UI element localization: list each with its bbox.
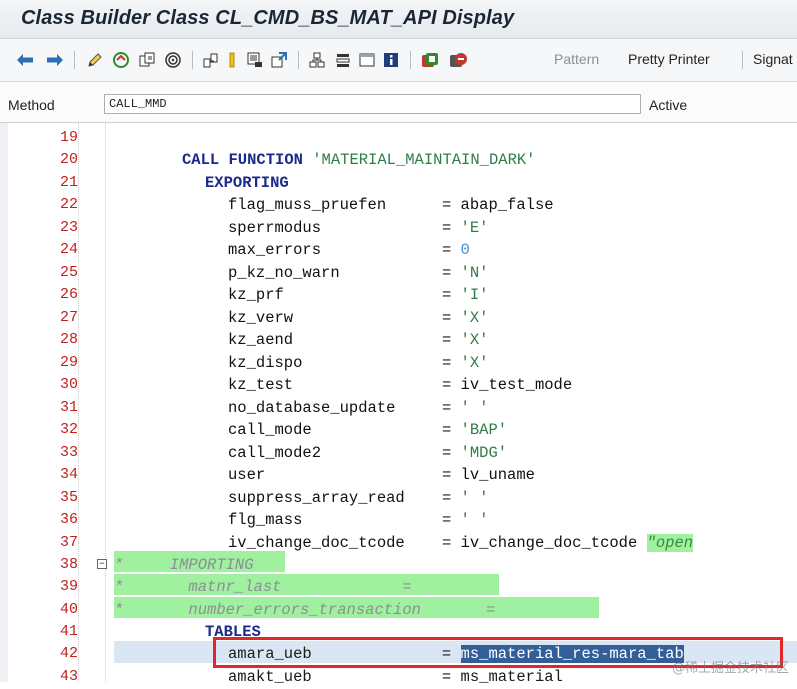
line-number: 30 bbox=[59, 376, 78, 393]
window-stack-icon[interactable] bbox=[332, 49, 354, 71]
code-text: no_database_update = ' ' bbox=[228, 398, 489, 417]
code-line[interactable]: 23 sperrmodus = 'E' bbox=[0, 217, 797, 240]
code-text: sperrmodus = 'E' bbox=[228, 218, 489, 237]
method-label: Method bbox=[8, 97, 55, 113]
activate-icon[interactable] bbox=[162, 49, 184, 71]
line-number: 19 bbox=[59, 129, 78, 146]
line-number: 36 bbox=[59, 511, 78, 528]
code-line[interactable]: 34 user = lv_uname bbox=[0, 464, 797, 487]
line-number: 33 bbox=[59, 443, 78, 461]
window-icon[interactable] bbox=[356, 49, 378, 71]
code-line[interactable]: 40 * number_errors_transaction = bbox=[0, 599, 797, 622]
code-line[interactable]: 25 p_kz_no_warn = 'N' bbox=[0, 262, 797, 285]
code-line[interactable]: 39 * matnr_last = bbox=[0, 576, 797, 599]
code-line[interactable]: 35 suppress_array_read = ' ' bbox=[0, 487, 797, 510]
code-text: kz_aend = 'X' bbox=[228, 331, 489, 349]
code-line[interactable]: 37 iv_change_doc_tcode = iv_change_doc_tc… bbox=[0, 532, 797, 555]
pattern-button[interactable]: Pattern bbox=[554, 51, 599, 67]
line-number: 34 bbox=[59, 466, 78, 483]
toggle-display-change-icon[interactable] bbox=[110, 49, 132, 71]
where-used-icon[interactable] bbox=[200, 49, 222, 71]
code-line[interactable]: 28 kz_aend = 'X' bbox=[0, 329, 797, 352]
line-number: 41 bbox=[59, 623, 78, 640]
code-line[interactable]: 20 CALL FUNCTION 'MATERIAL_MAINTAIN_DARK… bbox=[0, 149, 797, 172]
code-line[interactable]: 29 kz_dispo = 'X' bbox=[0, 352, 797, 375]
line-number: 24 bbox=[59, 241, 78, 258]
line-number: 31 bbox=[59, 398, 78, 416]
line-number: 27 bbox=[59, 308, 78, 326]
code-text: suppress_array_read = ' ' bbox=[228, 488, 489, 507]
back-arrow-icon[interactable] bbox=[14, 49, 36, 71]
code-text: amakt_ueb = ms_material bbox=[228, 668, 563, 686]
code-text: CALL FUNCTION 'MATERIAL_MAINTAIN_DARK' bbox=[182, 151, 536, 169]
code-text: flag_muss_pruefen = abap_false bbox=[228, 196, 554, 214]
line-number: 40 bbox=[59, 601, 78, 618]
code-line[interactable]: 24 max_errors = 0 bbox=[0, 239, 797, 262]
code-text: kz_prf = 'I' bbox=[228, 286, 489, 304]
signature-button[interactable]: Signat bbox=[753, 51, 793, 67]
code-text: max_errors = 0 bbox=[228, 241, 470, 259]
line-number: 21 bbox=[59, 174, 78, 191]
code-text: kz_dispo = 'X' bbox=[228, 353, 489, 372]
method-header: Method CALL_MMD Active bbox=[0, 82, 797, 122]
enhance-icon[interactable] bbox=[418, 49, 442, 71]
code-line[interactable]: 26 kz_prf = 'I' bbox=[0, 284, 797, 307]
code-line[interactable]: 21 EXPORTING bbox=[0, 172, 797, 195]
line-number: 20 bbox=[59, 151, 78, 168]
help-icon[interactable] bbox=[446, 49, 470, 71]
code-line[interactable]: 30 kz_test = iv_test_mode bbox=[0, 374, 797, 397]
hierarchy-icon[interactable] bbox=[306, 49, 328, 71]
code-text: user = lv_uname bbox=[228, 466, 535, 484]
line-number: 39 bbox=[59, 578, 78, 595]
code-line[interactable]: 27 kz_verw = 'X' bbox=[0, 307, 797, 330]
line-number: 43 bbox=[59, 668, 78, 685]
forward-arrow-icon[interactable] bbox=[44, 49, 66, 71]
code-line[interactable]: 31 no_database_update = ' ' bbox=[0, 397, 797, 420]
navigate-icon[interactable] bbox=[244, 49, 266, 71]
code-line[interactable]: 19 bbox=[0, 127, 797, 150]
display-object-list-icon[interactable] bbox=[268, 49, 290, 71]
application-toolbar: Pattern Pretty Printer Signat bbox=[0, 39, 797, 82]
code-line[interactable]: 32 call_mode = 'BAP' bbox=[0, 419, 797, 442]
pretty-printer-button[interactable]: Pretty Printer bbox=[628, 51, 710, 67]
code-text: * matnr_last = bbox=[114, 578, 412, 596]
line-number: 25 bbox=[59, 263, 78, 281]
code-line[interactable]: 33 call_mode2 = 'MDG' bbox=[0, 442, 797, 465]
code-text: kz_test = iv_test_mode bbox=[228, 376, 573, 394]
code-text: EXPORTING bbox=[205, 174, 289, 192]
line-number: 38 bbox=[59, 556, 78, 573]
info-icon[interactable] bbox=[380, 49, 402, 71]
line-number: 23 bbox=[59, 218, 78, 236]
code-text: * IMPORTING bbox=[114, 556, 254, 574]
object-list-icon[interactable] bbox=[226, 49, 238, 71]
edit-pencil-icon[interactable] bbox=[84, 49, 106, 71]
line-number: 42 bbox=[59, 645, 78, 662]
line-number: 32 bbox=[59, 421, 78, 438]
code-line[interactable]: 36 flg_mass = ' ' bbox=[0, 509, 797, 532]
code-text: call_mode2 = 'MDG' bbox=[228, 443, 508, 462]
code-text: iv_change_doc_tcode = iv_change_doc_tcod… bbox=[228, 533, 694, 552]
fold-collapse-icon[interactable]: − bbox=[97, 559, 107, 569]
watermark: @稀土掘金技术社区 bbox=[671, 661, 789, 676]
method-status: Active bbox=[649, 97, 688, 113]
code-line[interactable]: 38 − * IMPORTING bbox=[0, 554, 797, 577]
code-text: kz_verw = 'X' bbox=[228, 308, 489, 327]
code-text: call_mode = 'BAP' bbox=[228, 421, 508, 439]
line-number: 26 bbox=[59, 286, 78, 303]
line-number: 29 bbox=[59, 353, 78, 371]
code-text: flg_mass = ' ' bbox=[228, 511, 489, 529]
code-line[interactable]: 22 flag_muss_pruefen = abap_false bbox=[0, 194, 797, 217]
code-text: p_kz_no_warn = 'N' bbox=[228, 263, 489, 282]
line-number: 35 bbox=[59, 488, 78, 506]
line-number: 28 bbox=[59, 331, 78, 348]
line-number: 37 bbox=[59, 533, 78, 551]
method-name-field[interactable]: CALL_MMD bbox=[104, 94, 641, 114]
window-title: Class Builder Class CL_CMD_BS_MAT_API Di… bbox=[21, 7, 515, 29]
code-text: * number_errors_transaction = bbox=[114, 601, 496, 619]
abap-editor[interactable]: 19 20 CALL FUNCTION 'MATERIAL_MAINTAIN_D… bbox=[0, 122, 797, 686]
title-bar: Class Builder Class CL_CMD_BS_MAT_API Di… bbox=[0, 0, 797, 39]
line-number: 22 bbox=[59, 196, 78, 213]
other-object-icon[interactable] bbox=[136, 49, 158, 71]
